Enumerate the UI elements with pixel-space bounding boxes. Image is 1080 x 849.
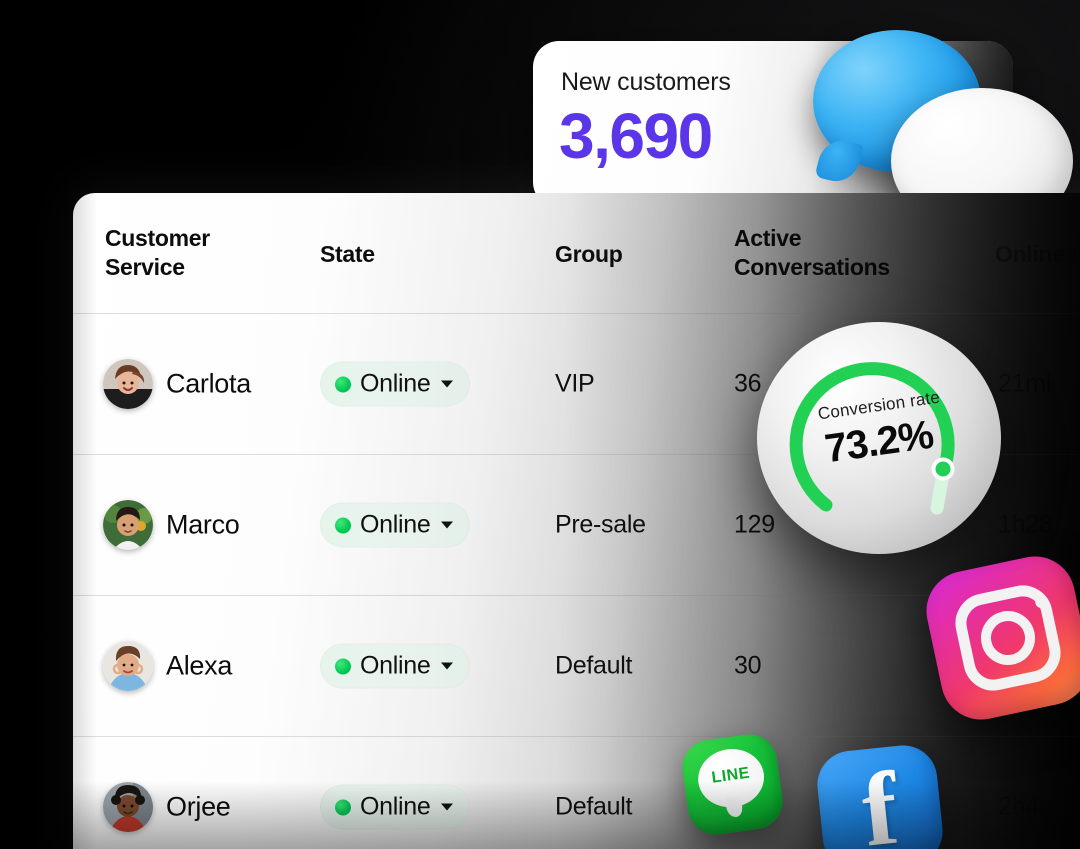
group-value: VIP [555,369,595,398]
conversion-rate-gauge: Conversion rate 73.2% [757,322,1001,554]
status-badge-label: Online [360,792,431,821]
state-dropdown[interactable]: Online [320,643,471,689]
avatar [103,641,153,691]
group-value: Pre-sale [555,510,646,539]
chevron-down-icon[interactable] [441,803,454,811]
online-dot-icon [335,517,351,533]
status-badge[interactable]: Online [320,784,471,830]
online-time-value: 1h28 [998,510,1053,539]
avatar [103,782,153,832]
line-icon: LINE [678,730,787,839]
online-time-value: 21mi [998,369,1051,398]
composition-stage: New customers 3,690 Customer Service Sta… [0,0,1080,849]
agent-name: Marco [166,509,240,540]
line-speech-tail [726,796,743,817]
state-dropdown[interactable]: Online [320,361,471,407]
agent-name: Carlota [166,368,251,399]
column-header-customer-service: Customer Service [105,225,210,281]
state-dropdown[interactable]: Online [320,502,471,548]
column-header-group: Group [555,241,623,267]
agent-name: Orjee [166,791,231,822]
chevron-down-icon[interactable] [441,380,454,388]
online-time-value: 2h4m [998,792,1060,821]
status-badge-label: Online [360,510,431,539]
status-badge-label: Online [360,369,431,398]
group-value: Default [555,792,633,821]
active-conversations-value: 30 [734,651,762,680]
chevron-down-icon[interactable] [441,521,454,529]
column-header-active-conversations: Active Conversations [734,225,890,281]
new-customers-label: New customers [561,68,731,96]
facebook-glyph: f [856,750,904,849]
online-dot-icon [335,658,351,674]
status-badge[interactable]: Online [320,361,471,407]
status-badge[interactable]: Online [320,643,471,689]
agent-name: Alexa [166,650,233,681]
status-badge-label: Online [360,651,431,680]
online-dot-icon [335,799,351,815]
table-header-row: Customer Service State Group Active Conv… [73,193,1080,313]
online-dot-icon [335,376,351,392]
status-badge[interactable]: Online [320,502,471,548]
chevron-down-icon[interactable] [441,662,454,670]
state-dropdown[interactable]: Online [320,784,471,830]
group-value: Default [555,651,633,680]
avatar [103,500,153,550]
new-customers-value: 3,690 [559,100,713,172]
column-header-state: State [320,241,375,267]
avatar [103,359,153,409]
facebook-icon: f [814,742,946,849]
chat-bubble-blue-tail [814,135,864,187]
column-header-online-time: Online time [995,241,1080,267]
